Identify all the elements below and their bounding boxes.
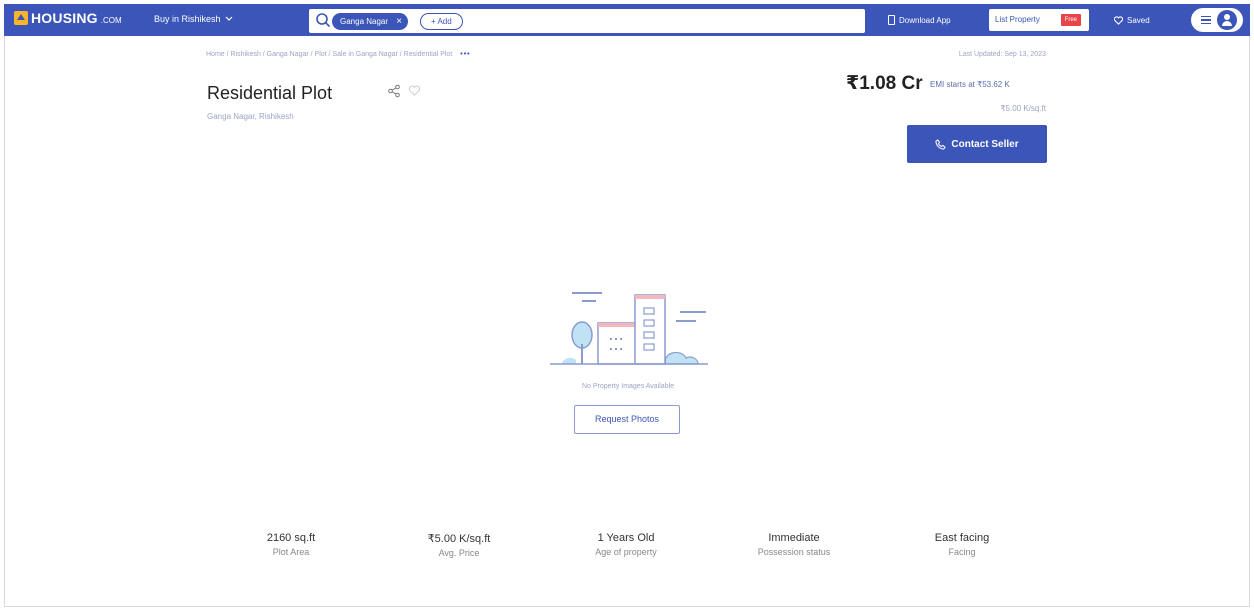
close-icon[interactable]: ×: [396, 13, 402, 30]
stat-label: Age of property: [595, 547, 657, 557]
heart-icon[interactable]: [408, 84, 421, 97]
stat-value: ₹5.00 K/sq.ft: [427, 533, 491, 545]
list-property-button[interactable]: List Property Free: [989, 9, 1089, 31]
add-locality-button[interactable]: + Add: [420, 13, 463, 30]
logo-text: HOUSING: [31, 10, 98, 26]
logo-suffix: .COM: [100, 16, 122, 25]
phone-icon: [888, 15, 895, 25]
saved-label: Saved: [1127, 15, 1150, 25]
search-bar[interactable]: Ganga Nagar × + Add: [309, 9, 865, 33]
breadcrumb[interactable]: Home / Rishikesh / Ganga Nagar / Plot / …: [206, 51, 471, 58]
stat-avg-price: ₹5.00 K/sq.ft Avg. Price: [389, 532, 529, 558]
city-select-label: Buy in Rishikesh: [154, 14, 221, 24]
page-title: Residential Plot: [207, 83, 333, 103]
stat-value: 1 Years Old: [597, 532, 655, 544]
price-per-sqft: ₹5.00 K/sq.ft: [1000, 104, 1046, 113]
last-updated: Last Updated: Sep 13, 2023: [958, 51, 1046, 58]
breadcrumb-path[interactable]: Home / Rishikesh / Ganga Nagar / Plot / …: [206, 51, 452, 58]
request-photos-button[interactable]: Request Photos: [574, 405, 680, 434]
home-icon: [14, 11, 28, 25]
stat-plot-area: 2160 sq.ft Plot Area: [221, 532, 361, 557]
free-badge: Free: [1060, 14, 1081, 26]
bookmark-icon: [1114, 15, 1123, 25]
download-app-link[interactable]: Download App: [888, 4, 951, 36]
hamburger-icon: [1201, 16, 1211, 24]
stat-label: Plot Area: [272, 547, 310, 557]
stat-possession: Immediate Possession status: [724, 532, 864, 557]
top-navbar: HOUSING .COM Buy in Rishikesh Ganga Naga…: [4, 4, 1250, 36]
share-icon[interactable]: [387, 84, 401, 98]
stat-value: East facing: [934, 532, 990, 544]
list-property-label: List Property: [995, 15, 1040, 24]
contact-seller-button[interactable]: Contact Seller: [907, 125, 1047, 163]
stat-facing: East facing Facing: [892, 532, 1032, 557]
city-select[interactable]: Buy in Rishikesh: [154, 14, 233, 24]
account-menu-button[interactable]: [1191, 8, 1243, 32]
phone-call-icon: [935, 138, 947, 150]
saved-link[interactable]: Saved: [1114, 4, 1150, 36]
no-images-text: No Property Images Available: [581, 383, 675, 390]
emi-link[interactable]: EMI starts at ₹53.62 K: [930, 80, 1010, 89]
search-icon[interactable]: [315, 12, 331, 28]
price: ₹1.08 Cr: [846, 73, 923, 94]
search-chip-ganga-nagar[interactable]: Ganga Nagar ×: [332, 13, 409, 30]
stat-value: 2160 sq.ft: [266, 532, 316, 544]
section-tabs[interactable]: [220, 603, 760, 609]
housing-logo[interactable]: HOUSING .COM: [14, 10, 122, 26]
property-stats: 2160 sq.ft Plot Area ₹5.00 K/sq.ft Avg. …: [0, 532, 1254, 572]
contact-seller-label: Contact Seller: [951, 138, 1019, 150]
stat-value: Immediate: [768, 532, 820, 544]
locality-link[interactable]: Ganga Nagar, Rishikesh: [207, 112, 294, 121]
no-images-illustration: [550, 292, 708, 365]
chevron-down-icon: [225, 16, 232, 21]
stat-label: Facing: [948, 547, 976, 557]
download-app-label: Download App: [899, 15, 951, 25]
breadcrumb-more[interactable]: •••: [460, 51, 470, 58]
stat-age: 1 Years Old Age of property: [556, 532, 696, 557]
stat-label: Possession status: [757, 547, 831, 557]
search-chip-label: Ganga Nagar: [340, 17, 389, 26]
stat-label: Avg. Price: [438, 548, 480, 558]
user-avatar-icon: [1217, 10, 1237, 30]
